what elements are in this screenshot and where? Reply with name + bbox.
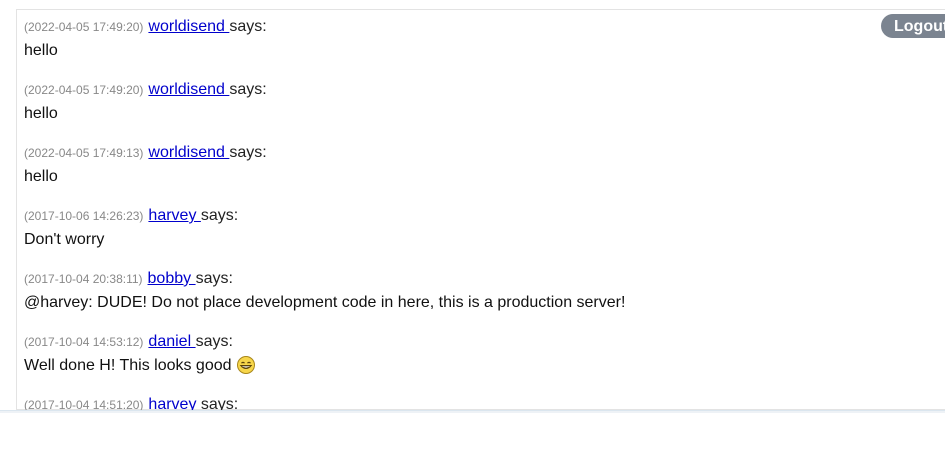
says-label: says: [200,207,239,224]
message-item: (2017-10-06 14:26:23) harvey says: Don't … [24,206,864,269]
message-author-link[interactable]: bobby [148,270,196,287]
message-meta: (2017-10-06 14:26:23) harvey says: [24,206,864,228]
message-timestamp: (2022-04-05 17:49:13) [24,146,144,160]
message-text-wrapper: Well done H! This looks good [24,354,864,383]
says-label: says: [229,81,267,98]
message-author-link[interactable]: harvey [148,207,200,224]
says-label: says: [229,18,267,35]
message-author-link[interactable]: worldisend [148,18,229,35]
message-meta: (2022-04-05 17:49:13) worldisend says: [24,143,864,165]
logout-button[interactable]: Logout [881,14,945,38]
message-author-link[interactable]: worldisend [148,144,229,161]
says-label: says: [229,144,267,161]
message-timestamp: (2017-10-04 14:53:12) [24,335,144,349]
message-item: (2017-10-04 14:53:12) daniel says: Well d… [24,332,864,395]
message-timestamp: (2017-10-06 14:26:23) [24,209,144,223]
message-meta: (2017-10-04 14:53:12) daniel says: [24,332,864,354]
message-text: Don't worry [24,231,105,248]
message-text: @harvey: DUDE! Do not place development … [24,294,626,311]
grinning-face-emoji-icon [236,355,256,383]
message-item: (2022-04-05 17:49:13) worldisend says: he… [24,143,864,206]
message-item: (2022-04-05 17:49:20) worldisend says: he… [24,17,864,80]
message-item: (2022-04-05 17:49:20) worldisend says: he… [24,80,864,143]
message-item: (2017-10-04 20:38:11) bobby says: @harvey… [24,269,864,332]
message-text: Well done H! This looks good [24,357,232,374]
message-list: (2022-04-05 17:49:20) worldisend says: he… [24,17,864,458]
message-meta: (2017-10-04 14:51:20) harvey says: [24,395,864,417]
message-text: hello [24,42,58,59]
says-label: says: [195,333,233,350]
message-meta: (2017-10-04 20:38:11) bobby says: [24,269,864,291]
message-text: hello [24,105,58,122]
message-timestamp: (2022-04-05 17:49:20) [24,83,144,97]
message-timestamp: (2017-10-04 20:38:11) [24,272,143,286]
message-author-link[interactable]: worldisend [148,81,229,98]
message-text: hello [24,168,58,185]
says-label: says: [195,270,233,287]
message-timestamp: (2022-04-05 17:49:20) [24,20,144,34]
message-author-link[interactable]: daniel [148,333,195,350]
message-item: (2017-10-04 14:51:20) harvey says: [24,395,864,458]
message-meta: (2022-04-05 17:49:20) worldisend says: [24,17,864,39]
message-meta: (2022-04-05 17:49:20) worldisend says: [24,80,864,102]
